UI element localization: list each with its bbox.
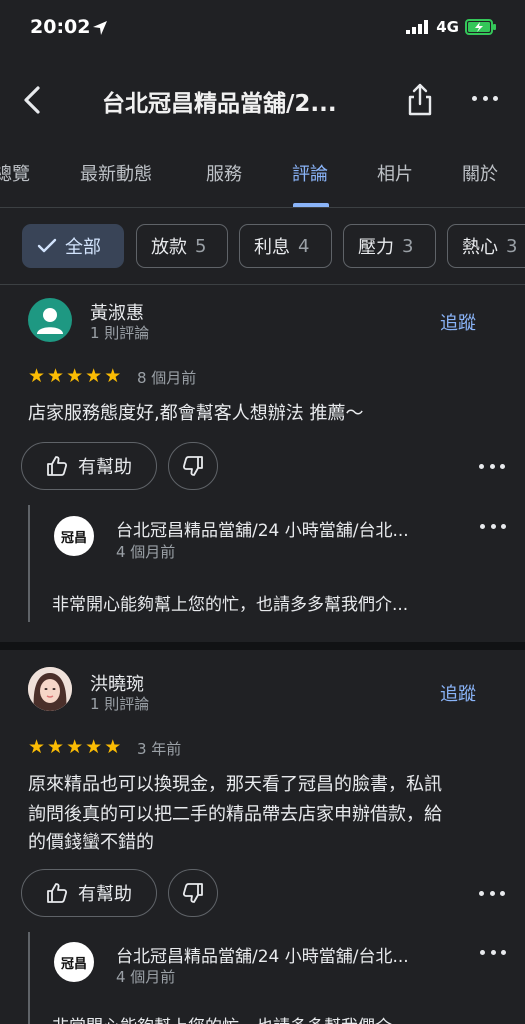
network-label: 4G — [436, 18, 459, 36]
more-options-icon[interactable] — [472, 86, 498, 110]
star-rating: ★ ★ ★ ★ ★ — [28, 365, 121, 387]
star-icon: ★ — [104, 736, 122, 758]
chip-label: 熱心 — [462, 237, 498, 258]
reply-text: 非常開心能夠幫上您的忙，也請多多幫我們介... — [52, 595, 409, 615]
section-divider — [0, 642, 525, 650]
owner-logo[interactable]: 冠昌 — [52, 514, 96, 558]
review-date: 8 個月前 — [137, 369, 197, 387]
tab-about[interactable]: 關於 — [462, 160, 498, 186]
review-more-icon[interactable] — [479, 461, 505, 471]
reply-indent-bar — [28, 505, 30, 622]
star-icon: ★ — [47, 365, 65, 387]
page-title: 台北冠昌精品當舖/2... — [102, 91, 337, 117]
chip-label: 壓力 — [358, 237, 394, 258]
star-icon: ★ — [85, 736, 103, 758]
reviewer-review-count: 1 則評論 — [90, 324, 150, 342]
back-arrow-icon[interactable] — [18, 82, 48, 118]
owner-logo-text: 冠昌 — [60, 956, 87, 972]
star-icon: ★ — [28, 736, 46, 758]
chip-pressure[interactable]: 壓力 3 — [343, 224, 436, 268]
reply-indent-bar — [28, 932, 30, 1024]
battery-charging-icon — [465, 19, 496, 35]
owner-logo-text: 冠昌 — [60, 530, 87, 546]
review-text-line: 的價錢蠻不錯的 — [28, 832, 154, 853]
chip-loan[interactable]: 放款 5 — [136, 224, 228, 268]
star-icon: ★ — [66, 365, 84, 387]
not-helpful-button[interactable] — [168, 442, 218, 490]
profile-photo-icon — [28, 667, 72, 711]
status-time: 20:02 — [30, 16, 91, 38]
tab-reviews[interactable]: 評論 — [292, 160, 328, 186]
tab-services[interactable]: 服務 — [206, 160, 242, 186]
check-icon — [37, 238, 57, 253]
chip-count: 5 — [195, 235, 207, 257]
star-rating: ★ ★ ★ ★ ★ — [28, 736, 121, 758]
helpful-label: 有幫助 — [78, 884, 132, 905]
location-arrow-icon — [93, 21, 107, 35]
thumbs-up-icon — [47, 456, 68, 476]
review-text-line: 詢問後真的可以把二手的精品帶去店家申辦借款，給 — [28, 804, 442, 825]
reply-date: 4 個月前 — [116, 543, 176, 561]
helpful-label: 有幫助 — [78, 457, 132, 478]
signal-icon — [406, 20, 429, 34]
avatar[interactable] — [28, 667, 72, 711]
not-helpful-button[interactable] — [168, 869, 218, 917]
star-icon: ★ — [28, 365, 46, 387]
status-indicators: 4G — [406, 18, 497, 36]
active-tab-indicator — [293, 203, 329, 207]
chip-interest[interactable]: 利息 4 — [239, 224, 332, 268]
review-more-icon[interactable] — [479, 888, 505, 898]
avatar[interactable] — [28, 298, 72, 342]
reviewer-review-count: 1 則評論 — [90, 695, 150, 713]
owner-name: 台北冠昌精品當舖/24 小時當舖/台北... — [116, 947, 409, 967]
helpful-button[interactable]: 有幫助 — [21, 442, 157, 490]
review-date: 3 年前 — [137, 740, 182, 758]
tab-updates[interactable]: 最新動態 — [80, 160, 152, 186]
reply-date: 4 個月前 — [116, 968, 176, 986]
chip-count: 3 — [506, 235, 518, 257]
chip-count: 3 — [402, 235, 414, 257]
chip-label: 放款 — [151, 237, 187, 258]
helpful-button[interactable]: 有幫助 — [21, 869, 157, 917]
chip-label: 全部 — [65, 237, 101, 258]
follow-button[interactable]: 追蹤 — [440, 309, 476, 335]
reply-text: 非常開心能夠幫上您的忙，也請多多幫我們介... — [52, 1012, 408, 1024]
thumbs-down-icon — [182, 883, 203, 903]
star-icon: ★ — [47, 736, 65, 758]
reply-more-icon[interactable] — [480, 947, 506, 957]
review-text-line: 原來精品也可以換現金，那天看了冠昌的臉書，私訊 — [28, 774, 442, 795]
thumbs-up-icon — [47, 883, 68, 903]
star-icon: ★ — [104, 365, 122, 387]
share-icon[interactable] — [405, 82, 435, 118]
chip-label: 利息 — [254, 237, 290, 258]
review-text: 店家服務態度好,都會幫客人想辦法 推薦～ — [28, 403, 364, 424]
follow-button[interactable]: 追蹤 — [440, 680, 476, 706]
person-icon — [37, 308, 63, 334]
star-icon: ★ — [66, 736, 84, 758]
tab-overview[interactable]: 總覽 — [0, 160, 30, 186]
thumbs-down-icon — [182, 456, 203, 476]
chip-all[interactable]: 全部 — [22, 224, 124, 268]
tab-photos[interactable]: 相片 — [377, 160, 413, 186]
owner-logo[interactable]: 冠昌 — [52, 940, 96, 984]
chip-enthusiastic[interactable]: 熱心 3 — [447, 224, 525, 268]
tab-bar: 總覽 最新動態 服務 評論 相片 關於 — [0, 150, 525, 208]
divider — [0, 284, 525, 285]
owner-name: 台北冠昌精品當舖/24 小時當舖/台北... — [116, 521, 409, 541]
star-icon: ★ — [85, 365, 103, 387]
chip-count: 4 — [298, 235, 310, 257]
reply-more-icon[interactable] — [480, 521, 506, 531]
